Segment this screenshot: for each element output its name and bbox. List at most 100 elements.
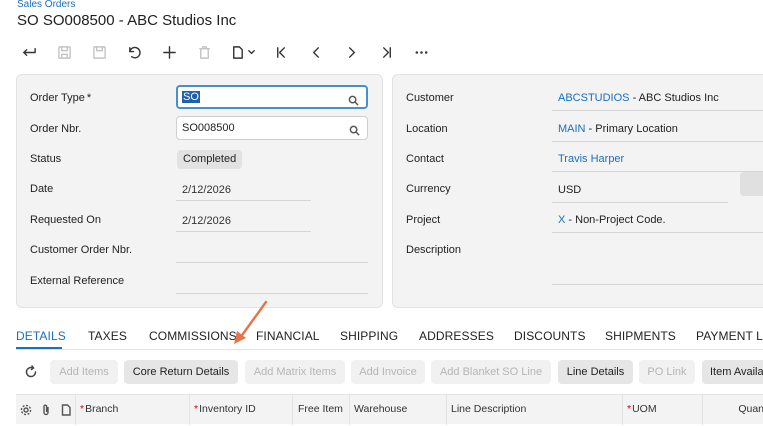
- add-button[interactable]: [152, 40, 187, 64]
- line-details-button[interactable]: Line Details: [558, 360, 633, 384]
- requested-on-label: Requested On: [30, 214, 101, 226]
- first-record-icon: [277, 46, 286, 58]
- description-row: Description: [393, 237, 763, 285]
- column-inventory-id[interactable]: *Inventory ID: [189, 395, 292, 425]
- description-field[interactable]: [552, 237, 763, 285]
- delete-icon: [199, 45, 210, 59]
- tab-payment-links[interactable]: PAYMENT LI: [696, 329, 763, 343]
- order-type-row: Order Type * SO: [17, 85, 382, 113]
- save-button[interactable]: [82, 40, 117, 64]
- location-row: Location MAIN - Primary Location: [393, 116, 763, 144]
- active-tab-indicator: [16, 347, 62, 349]
- form-toolbar: [12, 40, 439, 64]
- search-icon[interactable]: [349, 123, 360, 136]
- requested-on-field[interactable]: 2/12/2026: [176, 210, 311, 232]
- save-close-button[interactable]: [47, 40, 82, 64]
- tab-addresses[interactable]: ADDRESSES: [419, 329, 494, 343]
- column-line-description[interactable]: Line Description: [446, 395, 622, 425]
- settings-icon[interactable]: [20, 403, 32, 416]
- add-blanket-so-line-button[interactable]: Add Blanket SO Line: [431, 360, 551, 384]
- order-nbr-value: SO008500: [182, 122, 235, 134]
- search-icon[interactable]: [348, 93, 359, 106]
- last-record-button[interactable]: [369, 40, 404, 64]
- add-items-button[interactable]: Add Items: [50, 360, 118, 384]
- tab-shipping[interactable]: SHIPPING: [340, 329, 398, 343]
- attachment-icon[interactable]: [40, 403, 52, 416]
- order-nbr-row: Order Nbr. SO008500: [17, 116, 382, 144]
- grid-header: *Branch *Inventory ID Free Item Warehous…: [16, 394, 763, 425]
- column-branch[interactable]: *Branch: [75, 395, 189, 425]
- order-nbr-input[interactable]: SO008500: [176, 116, 368, 140]
- more-button[interactable]: [404, 40, 439, 64]
- customer-field[interactable]: ABCSTUDIOS - ABC Studios Inc: [552, 85, 763, 111]
- grid-toolbar: Add Items Core Return Details Add Matrix…: [16, 360, 763, 385]
- po-link-button[interactable]: PO Link: [639, 360, 695, 384]
- next-record-icon: [348, 46, 356, 58]
- date-field[interactable]: 2/12/2026: [176, 179, 311, 201]
- customer-row: Customer ABCSTUDIOS - ABC Studios Inc: [393, 85, 763, 113]
- customer-order-nbr-row: Customer Order Nbr.: [17, 237, 382, 265]
- more-icon: [415, 50, 428, 54]
- location-field[interactable]: MAIN - Primary Location: [552, 116, 763, 142]
- customer-order-nbr-field[interactable]: [176, 241, 368, 263]
- tab-discounts[interactable]: DISCOUNTS: [514, 329, 586, 343]
- description-label: Description: [406, 244, 462, 256]
- tab-taxes[interactable]: TAXES: [88, 329, 127, 343]
- contact-field[interactable]: Travis Harper: [552, 146, 763, 172]
- order-nbr-label: Order Nbr.: [30, 123, 82, 135]
- tab-commissions[interactable]: COMMISSIONS: [149, 329, 237, 343]
- location-label: Location: [406, 123, 448, 135]
- add-invoice-button[interactable]: Add Invoice: [351, 360, 425, 384]
- add-matrix-items-button[interactable]: Add Matrix Items: [245, 360, 345, 384]
- delete-button[interactable]: [187, 40, 222, 64]
- undo-button[interactable]: [117, 40, 152, 64]
- first-record-button[interactable]: [264, 40, 299, 64]
- column-quantity[interactable]: Quan: [702, 395, 763, 425]
- core-return-details-button[interactable]: Core Return Details: [124, 360, 238, 384]
- tab-shipments[interactable]: SHIPMENTS: [605, 329, 676, 343]
- tab-details[interactable]: DETAILS: [16, 329, 66, 343]
- refresh-button[interactable]: [24, 365, 38, 379]
- project-field[interactable]: X - Non-Project Code.: [552, 207, 763, 233]
- currency-row: Currency USD: [393, 172, 763, 204]
- customer-link[interactable]: ABCSTUDIOS: [558, 92, 630, 104]
- column-uom[interactable]: *UOM: [622, 395, 702, 425]
- date-row: Date 2/12/2026: [17, 176, 382, 204]
- copy-paste-button[interactable]: [222, 40, 264, 64]
- summary-panel-left: Order Type * SO Order Nbr. SO008500 Statu…: [16, 74, 383, 308]
- order-type-value: SO: [182, 91, 200, 103]
- contact-link[interactable]: Travis Harper: [558, 153, 624, 165]
- status-badge: Completed: [177, 150, 243, 169]
- status-label: Status: [30, 153, 62, 165]
- next-record-button[interactable]: [334, 40, 369, 64]
- column-warehouse[interactable]: Warehouse: [349, 395, 446, 425]
- save-close-icon: [58, 45, 71, 59]
- currency-rate-button[interactable]: [740, 172, 763, 196]
- external-reference-row: External Reference: [17, 268, 382, 296]
- refresh-icon: [25, 365, 37, 378]
- summary-panel-right: Customer ABCSTUDIOS - ABC Studios Inc Lo…: [392, 74, 763, 308]
- customer-label: Customer: [406, 92, 454, 104]
- item-availability-button[interactable]: Item Availa: [702, 360, 763, 384]
- copy-paste-icon: [233, 45, 243, 59]
- breadcrumb[interactable]: Sales Orders: [17, 0, 75, 10]
- contact-label: Contact: [406, 153, 444, 165]
- column-free-item[interactable]: Free Item: [292, 395, 349, 425]
- previous-record-button[interactable]: [299, 40, 334, 64]
- back-icon: [23, 47, 36, 56]
- external-reference-field[interactable]: [176, 272, 368, 294]
- save-icon: [93, 45, 106, 59]
- date-label: Date: [30, 183, 54, 195]
- notes-icon[interactable]: [60, 403, 72, 416]
- project-row: Project X - Non-Project Code.: [393, 207, 763, 235]
- requested-on-row: Requested On 2/12/2026: [17, 207, 382, 235]
- annotation-arrow: [234, 300, 268, 344]
- currency-field[interactable]: USD: [552, 177, 728, 203]
- order-type-input[interactable]: SO: [176, 85, 368, 109]
- location-link[interactable]: MAIN: [558, 123, 586, 135]
- project-label: Project: [406, 214, 441, 226]
- back-button[interactable]: [12, 40, 47, 64]
- contact-row: Contact Travis Harper: [393, 146, 763, 174]
- currency-label: Currency: [406, 183, 451, 195]
- tab-bar: DETAILS TAXES COMMISSIONS FINANCIAL SHIP…: [16, 326, 763, 350]
